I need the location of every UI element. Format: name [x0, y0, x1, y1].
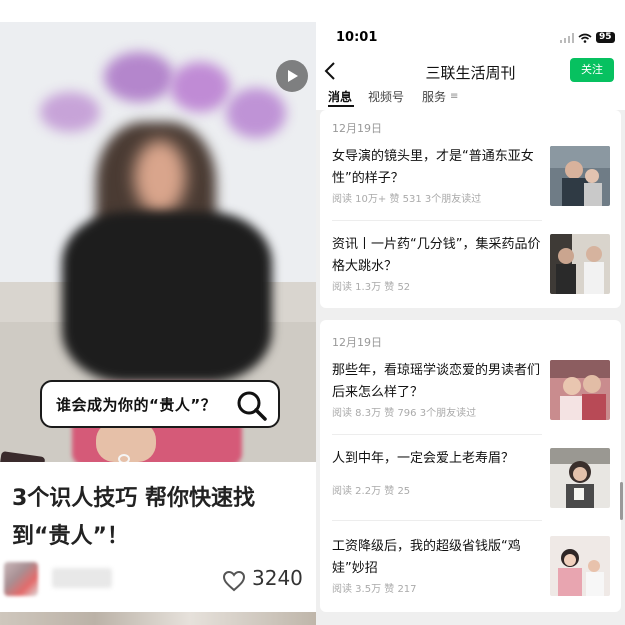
- message-group: 12月19日 女导演的镜头里，才是“普通东亚女性”的样子？ 阅读 10万+ 赞 …: [320, 110, 621, 308]
- tab-channels[interactable]: 视频号: [368, 88, 404, 105]
- article-title[interactable]: 工资降级后，我的超级省钱版“鸡娃”妙招: [332, 536, 542, 580]
- feed-card[interactable]: 谁会成为你的“贵人”？ 3个识人技巧 帮你快速找到“贵人”！ 3240: [0, 0, 316, 625]
- wechat-account-page: 10:01 95 三联生活周刊 关注 消息 视频号 服务 ≡ 12月19日 女导…: [316, 0, 625, 625]
- like-count: 3240: [252, 566, 303, 590]
- next-card-preview: [0, 612, 316, 625]
- scribble-face: [134, 140, 186, 214]
- article-title[interactable]: 那些年，看琼瑶学谈恋爱的男读者们后来怎么样了？: [332, 360, 542, 404]
- article-thumbnail[interactable]: [550, 360, 610, 420]
- article-title[interactable]: 人到中年，一定会爱上老寿眉？: [332, 448, 546, 470]
- article-thumbnail[interactable]: [550, 536, 610, 596]
- author-name-blurred[interactable]: [52, 568, 112, 588]
- article-item[interactable]: 资讯丨一片药“几分钱”，集采药品价格大跳水？ 阅读 1.3万 赞 52: [332, 234, 610, 298]
- article-meta: 阅读 8.3万 赞 796 3个朋友读过: [332, 408, 477, 419]
- article-meta: 阅读 10万+ 赞 531 3个朋友读过: [332, 194, 482, 205]
- group-date: 12月19日: [332, 122, 382, 135]
- search-overlay-text: 谁会成为你的“贵人”？: [56, 395, 217, 414]
- scribble-body: [62, 212, 272, 382]
- article-thumbnail[interactable]: [550, 234, 610, 294]
- scribble-purple-3: [170, 62, 230, 112]
- tab-services[interactable]: 服务: [422, 88, 446, 105]
- tab-messages[interactable]: 消息: [328, 88, 352, 105]
- search-icon: [234, 388, 270, 428]
- article-title[interactable]: 资讯丨一片药“几分钱”，集采药品价格大跳水？: [332, 234, 542, 278]
- article-thumbnail[interactable]: [550, 448, 610, 508]
- nav-bar: 三联生活周刊 关注: [316, 56, 625, 86]
- article-meta: 阅读 1.3万 赞 52: [332, 282, 411, 293]
- article-item[interactable]: 工资降级后，我的超级省钱版“鸡娃”妙招 阅读 3.5万 赞 217: [332, 536, 610, 600]
- divider: [332, 220, 542, 221]
- status-time: 10:01: [336, 30, 378, 45]
- article-item[interactable]: 那些年，看琼瑶学谈恋爱的男读者们后来怎么样了？ 阅读 8.3万 赞 796 3个…: [332, 360, 610, 424]
- article-thumbnail[interactable]: [550, 146, 610, 206]
- status-bar: 10:01 95: [316, 0, 625, 56]
- scrollbar[interactable]: [620, 482, 623, 520]
- search-overlay: 谁会成为你的“贵人”？: [40, 380, 280, 428]
- card-title[interactable]: 3个识人技巧 帮你快速找到“贵人”！: [12, 480, 308, 556]
- article-item[interactable]: 人到中年，一定会爱上老寿眉？ 阅读 2.2万 赞 25: [332, 448, 610, 512]
- tab-underline: [328, 105, 354, 107]
- heart-icon[interactable]: [222, 570, 246, 596]
- ring: [118, 454, 130, 462]
- article-item[interactable]: 女导演的镜头里，才是“普通东亚女性”的样子？ 阅读 10万+ 赞 531 3个朋…: [332, 146, 610, 210]
- scribble-purple-2: [104, 52, 174, 102]
- scribble-purple-4: [226, 88, 286, 138]
- avatar[interactable]: [4, 562, 38, 596]
- article-meta: 阅读 3.5万 赞 217: [332, 584, 417, 595]
- message-group: 12月19日 那些年，看琼瑶学谈恋爱的男读者们后来怎么样了？ 阅读 8.3万 赞…: [320, 320, 621, 612]
- battery-icon: 95: [596, 32, 615, 43]
- menu-icon[interactable]: ≡: [450, 91, 458, 102]
- video-cover[interactable]: 谁会成为你的“贵人”？: [0, 22, 316, 462]
- signal-icon: [560, 32, 574, 43]
- divider: [332, 520, 542, 521]
- scribble-purple-1: [40, 92, 100, 132]
- wifi-icon: [578, 33, 592, 43]
- group-date: 12月19日: [332, 336, 382, 349]
- article-title[interactable]: 女导演的镜头里，才是“普通东亚女性”的样子？: [332, 146, 542, 190]
- article-meta: 阅读 2.2万 赞 25: [332, 486, 411, 497]
- divider: [332, 434, 542, 435]
- tab-bar: 消息 视频号 服务 ≡: [316, 86, 625, 110]
- system-icons: 95: [560, 32, 615, 43]
- follow-button[interactable]: 关注: [570, 58, 614, 82]
- play-icon[interactable]: [276, 60, 308, 92]
